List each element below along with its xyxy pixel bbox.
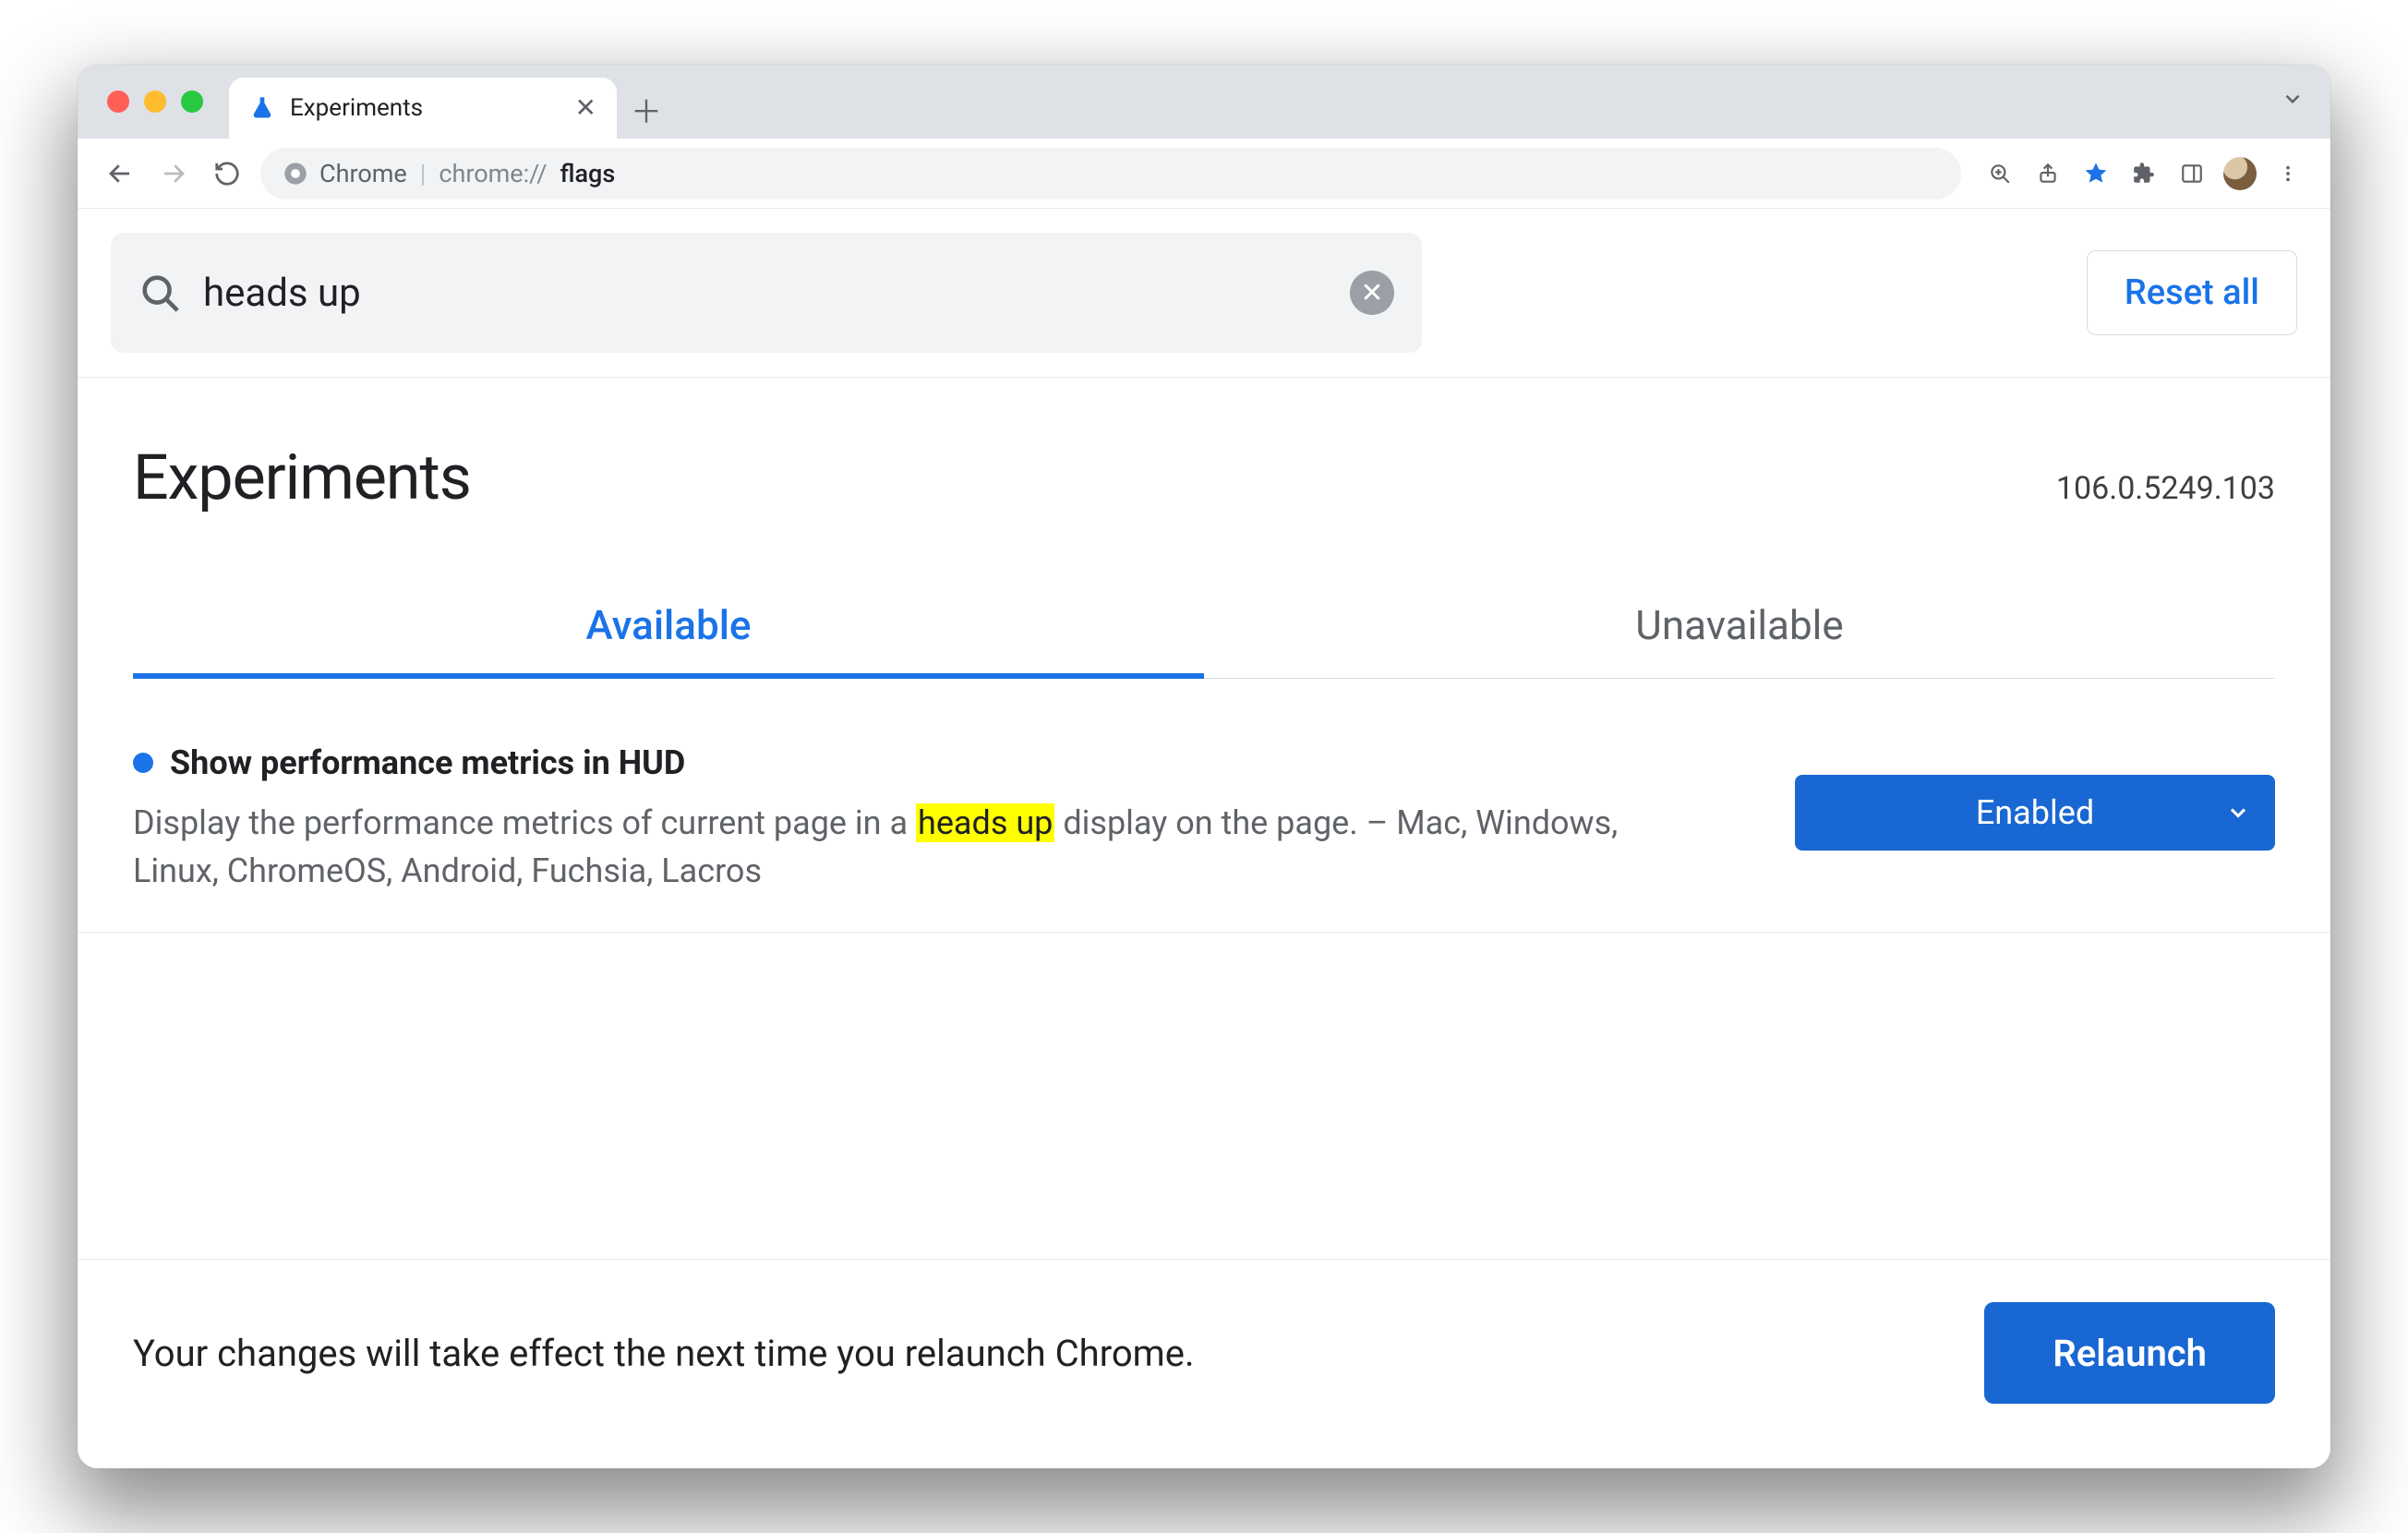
tab-available[interactable]: Available bbox=[133, 577, 1204, 679]
chip-separator: | bbox=[420, 159, 427, 188]
flag-title: Show performance metrics in HUD bbox=[170, 743, 685, 782]
search-icon bbox=[138, 272, 181, 314]
browser-toolbar: Chrome | chrome:// flags bbox=[78, 139, 2330, 209]
kebab-menu-icon[interactable] bbox=[2268, 153, 2308, 194]
flags-search-input[interactable] bbox=[201, 270, 1330, 317]
flag-description: Display the performance metrics of curre… bbox=[133, 799, 1629, 895]
flag-row: Show performance metrics in HUD Display … bbox=[78, 679, 2330, 933]
tabs-overflow-icon[interactable] bbox=[2281, 87, 2305, 111]
experiments-header: Experiments 106.0.5249.103 bbox=[78, 378, 2330, 524]
flag-desc-highlight: heads up bbox=[916, 803, 1054, 842]
back-icon[interactable] bbox=[100, 153, 140, 194]
page-content: ✕ Reset all Experiments 106.0.5249.103 A… bbox=[78, 209, 2330, 1468]
profile-avatar[interactable] bbox=[2220, 153, 2260, 194]
relaunch-button[interactable]: Relaunch bbox=[1984, 1302, 2275, 1404]
new-tab-button[interactable]: ＋ bbox=[617, 79, 676, 139]
bookmark-star-icon[interactable] bbox=[2076, 153, 2116, 194]
flags-search-box[interactable]: ✕ bbox=[111, 233, 1422, 353]
window-controls bbox=[107, 91, 203, 113]
site-chip: Chrome bbox=[283, 159, 407, 188]
reset-all-button[interactable]: Reset all bbox=[2087, 250, 2297, 335]
search-row: ✕ Reset all bbox=[78, 209, 2330, 378]
site-chip-label: Chrome bbox=[319, 159, 407, 188]
relaunch-message: Your changes will take effect the next t… bbox=[133, 1332, 1195, 1375]
tab-strip: Experiments ✕ ＋ bbox=[78, 65, 2330, 139]
flag-desc-before: Display the performance metrics of curre… bbox=[133, 803, 916, 842]
url-path: flags bbox=[560, 159, 615, 188]
sidepanel-icon[interactable] bbox=[2172, 153, 2212, 194]
tab-title: Experiments bbox=[290, 94, 423, 122]
browser-window: Experiments ✕ ＋ Chrome bbox=[78, 65, 2330, 1468]
tab-close-icon[interactable]: ✕ bbox=[575, 95, 596, 121]
extensions-icon[interactable] bbox=[2124, 153, 2164, 194]
flask-icon bbox=[249, 95, 275, 121]
browser-tab[interactable]: Experiments ✕ bbox=[229, 78, 617, 139]
flag-state-label: Enabled bbox=[1976, 793, 2094, 832]
forward-icon bbox=[153, 153, 194, 194]
tab-unavailable[interactable]: Unavailable bbox=[1204, 577, 2275, 679]
chrome-version: 106.0.5249.103 bbox=[2056, 470, 2275, 507]
reload-icon[interactable] bbox=[207, 153, 247, 194]
relaunch-bar: Your changes will take effect the next t… bbox=[78, 1259, 2330, 1468]
page-title: Experiments bbox=[133, 441, 471, 514]
flag-tabs: Available Unavailable bbox=[133, 577, 2275, 679]
toolbar-actions bbox=[1980, 153, 2308, 194]
address-bar[interactable]: Chrome | chrome:// flags bbox=[260, 148, 1961, 199]
chrome-logo-icon bbox=[283, 161, 308, 187]
share-icon[interactable] bbox=[2028, 153, 2068, 194]
window-minimize-icon[interactable] bbox=[144, 91, 166, 113]
window-zoom-icon[interactable] bbox=[181, 91, 203, 113]
clear-search-icon[interactable]: ✕ bbox=[1350, 271, 1394, 315]
chevron-down-icon bbox=[2225, 800, 2251, 826]
flag-state-select[interactable]: Enabled bbox=[1795, 775, 2275, 851]
zoom-icon[interactable] bbox=[1980, 153, 2020, 194]
url-scheme: chrome:// bbox=[439, 159, 547, 188]
modified-dot-icon bbox=[133, 753, 153, 773]
window-close-icon[interactable] bbox=[107, 91, 129, 113]
